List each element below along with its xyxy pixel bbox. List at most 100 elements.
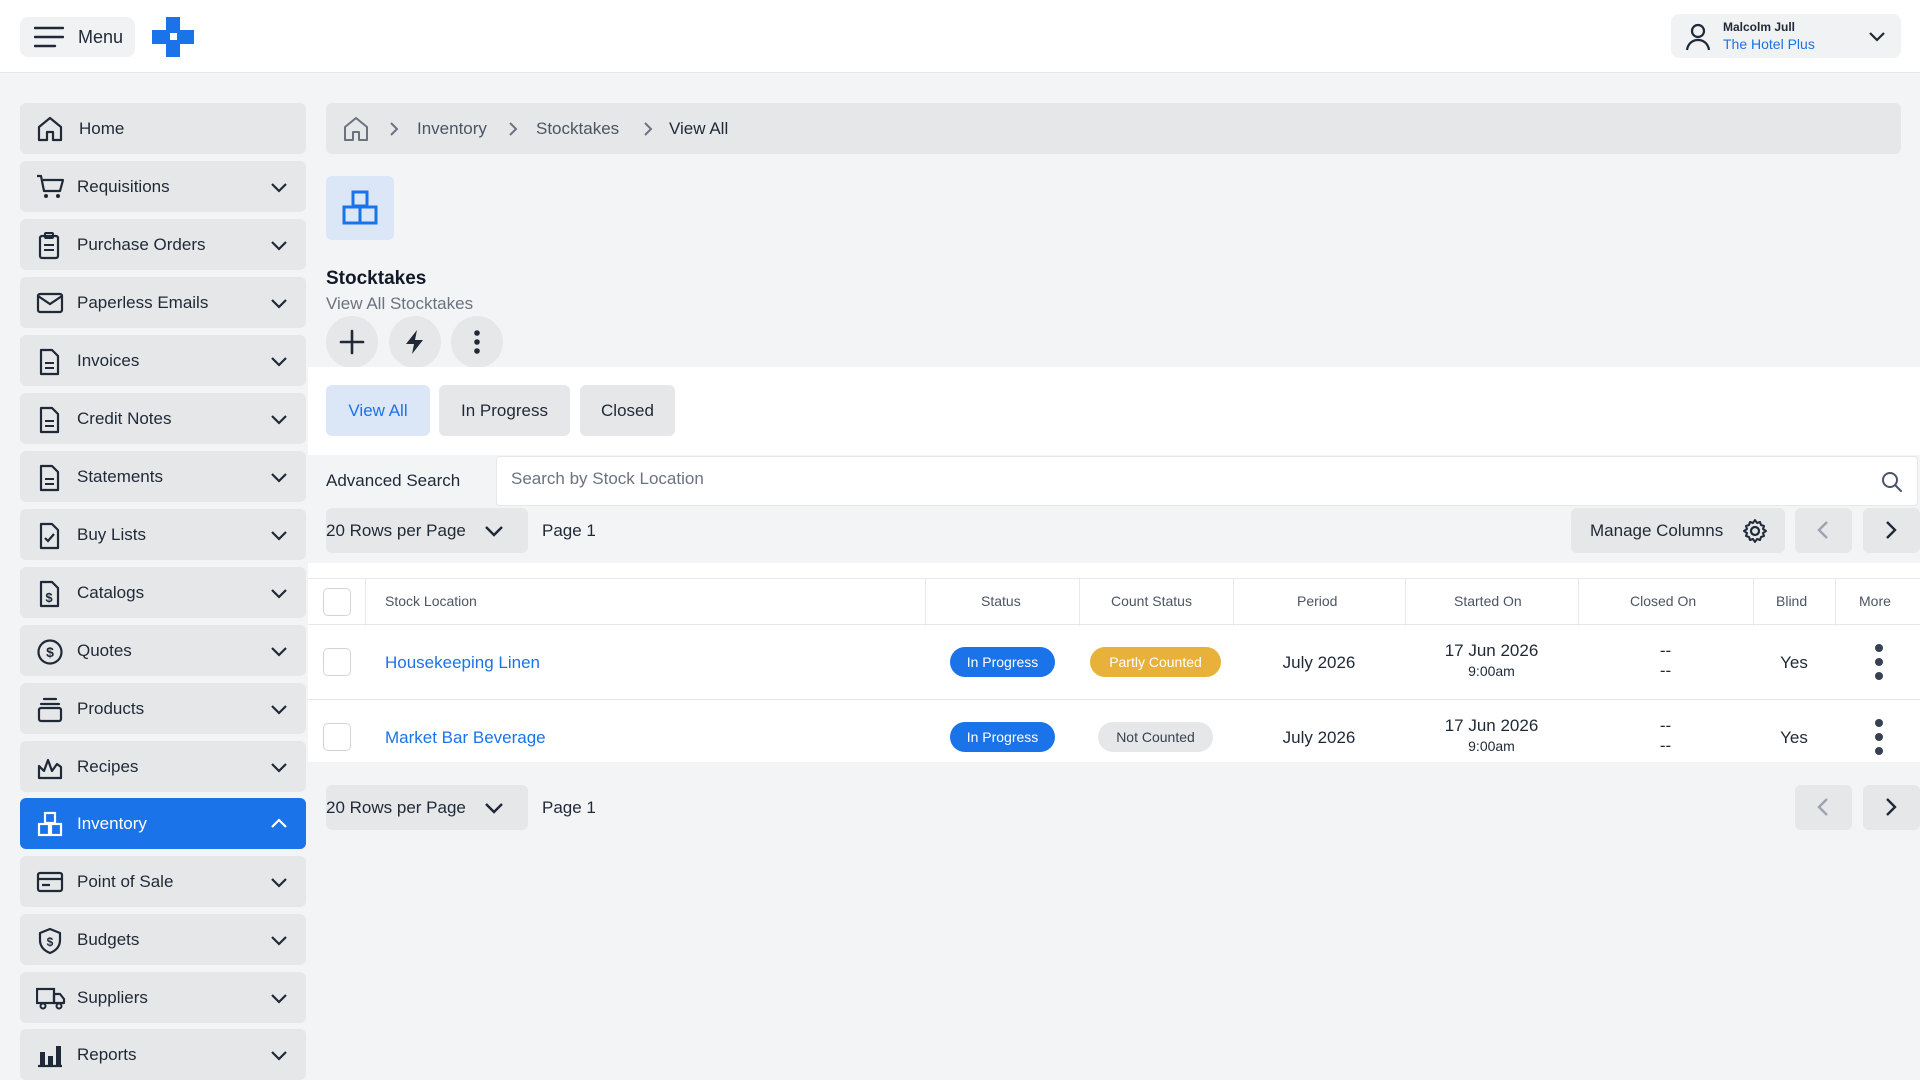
blind-cell: Yes: [1780, 728, 1808, 747]
column-divider: [365, 579, 366, 626]
table-header: Stock Location Status Count Status Perio…: [308, 578, 1920, 626]
sidebar-item-paperless-emails[interactable]: Paperless Emails: [20, 277, 306, 328]
column-header-period[interactable]: Period: [1297, 593, 1337, 609]
column-header-status[interactable]: Status: [981, 593, 1021, 609]
more-actions-button[interactable]: [451, 316, 503, 368]
row-checkbox[interactable]: [323, 648, 351, 676]
sidebar-item-statements[interactable]: Statements: [20, 451, 306, 502]
sidebar-item-budgets[interactable]: $ Budgets: [20, 914, 306, 965]
count-status-badge: Not Counted: [1098, 722, 1213, 752]
rows-per-page-select[interactable]: 20 Rows per Page: [326, 508, 528, 553]
closed-time: --: [1659, 736, 1672, 755]
chevron-down-icon: [271, 415, 287, 425]
sidebar-item-home[interactable]: Home: [20, 103, 306, 154]
chevron-down-icon: [271, 473, 287, 483]
menu-button[interactable]: Menu: [20, 17, 135, 57]
sidebar-item-suppliers[interactable]: Suppliers: [20, 972, 306, 1023]
chevron-left-icon: [1817, 798, 1828, 816]
chevron-down-icon: [271, 705, 287, 715]
sidebar-item-point-of-sale[interactable]: Point of Sale: [20, 856, 306, 907]
sidebar-item-invoices[interactable]: Invoices: [20, 335, 306, 386]
sidebar-item-credit-notes[interactable]: Credit Notes: [20, 393, 306, 444]
previous-page-button-bottom[interactable]: [1795, 785, 1852, 830]
sidebar-item-quotes[interactable]: $ Quotes: [20, 625, 306, 676]
select-all-checkbox[interactable]: [323, 588, 351, 616]
kebab-menu-icon[interactable]: [1874, 643, 1884, 681]
column-header-blind[interactable]: Blind: [1776, 593, 1807, 609]
column-divider: [1079, 579, 1080, 626]
brand-logo[interactable]: [152, 17, 194, 57]
page-subtitle: View All Stocktakes: [326, 294, 474, 313]
quick-actions-button[interactable]: [389, 316, 441, 368]
started-time: 9:00am: [1468, 738, 1515, 754]
sidebar-item-catalogs[interactable]: $ Catalogs: [20, 567, 306, 618]
advanced-search-link[interactable]: Advanced Search: [326, 471, 460, 491]
status-badge: In Progress: [950, 722, 1055, 752]
chevron-right-icon: [390, 122, 399, 136]
period-cell: July 2026: [1282, 653, 1356, 672]
page-icon: [326, 176, 394, 240]
page-indicator-bottom: Page 1: [542, 798, 596, 817]
tab-view-all[interactable]: View All: [326, 385, 430, 436]
tab-closed[interactable]: Closed: [580, 385, 675, 436]
sidebar-item-buy-lists[interactable]: Buy Lists: [20, 509, 306, 560]
manage-columns-button[interactable]: Manage Columns: [1571, 508, 1785, 553]
rows-per-page-value: 20 Rows per Page: [326, 798, 466, 817]
chevron-down-icon: [271, 1051, 287, 1061]
tab-in-progress[interactable]: In Progress: [439, 385, 570, 436]
sidebar-item-inventory[interactable]: Inventory: [20, 798, 306, 849]
sidebar-item-purchase-orders[interactable]: Purchase Orders: [20, 219, 306, 270]
sidebar-item-recipes[interactable]: Recipes: [20, 741, 306, 792]
blind-cell: Yes: [1780, 653, 1808, 672]
page-indicator: Page 1: [542, 521, 596, 540]
column-divider: [1578, 579, 1579, 626]
add-button[interactable]: [326, 316, 378, 368]
column-header-started-on[interactable]: Started On: [1454, 593, 1522, 609]
stock-location-link[interactable]: Market Bar Beverage: [385, 728, 546, 748]
document-icon: [39, 464, 60, 492]
sidebar-item-reports[interactable]: Reports: [20, 1029, 306, 1080]
next-page-button-bottom[interactable]: [1863, 785, 1920, 830]
chef-icon: [37, 758, 63, 780]
sidebar-item-requisitions[interactable]: Requisitions: [20, 161, 306, 212]
dollar-document-icon: $: [39, 580, 60, 608]
sidebar-item-products[interactable]: Products: [20, 683, 306, 734]
sidebar-item-label: Recipes: [77, 757, 139, 776]
kebab-menu-icon[interactable]: [1874, 718, 1884, 756]
cart-icon: [37, 174, 65, 198]
column-header-stock-location[interactable]: Stock Location: [385, 593, 477, 609]
search-icon[interactable]: [1881, 471, 1903, 493]
svg-text:$: $: [46, 644, 54, 660]
home-icon: [37, 116, 63, 142]
column-header-closed-on[interactable]: Closed On: [1630, 593, 1696, 609]
sidebar-item-label: Buy Lists: [77, 525, 146, 544]
row-checkbox[interactable]: [323, 723, 351, 751]
chevron-down-icon: [271, 589, 287, 599]
column-divider: [1753, 579, 1754, 626]
dollar-circle-icon: $: [37, 639, 63, 665]
sidebar-item-label: Budgets: [77, 930, 140, 949]
document-icon: [39, 348, 60, 376]
status-badge: In Progress: [950, 647, 1055, 677]
next-page-button[interactable]: [1863, 508, 1920, 553]
chevron-right-icon: [1886, 798, 1897, 816]
sidebar-item-label: Purchase Orders: [77, 235, 206, 254]
column-header-count-status[interactable]: Count Status: [1111, 593, 1192, 609]
breadcrumb: Inventory Stocktakes View All: [326, 103, 1901, 154]
search-input[interactable]: [511, 469, 1851, 489]
checklist-icon: [39, 522, 60, 550]
started-date: 17 Jun 2026: [1444, 716, 1539, 735]
stock-location-link[interactable]: Housekeeping Linen: [385, 653, 540, 673]
previous-page-button[interactable]: [1795, 508, 1852, 553]
table-row[interactable]: Market Bar Beverage In Progress Not Coun…: [308, 701, 1920, 762]
breadcrumb-stocktakes[interactable]: Stocktakes: [536, 119, 619, 139]
table-row[interactable]: Housekeeping Linen In Progress Partly Co…: [308, 625, 1920, 700]
user-menu[interactable]: Malcolm Jull The Hotel Plus: [1671, 14, 1901, 58]
top-bar: Menu Malcolm Jull The Hotel Plus: [0, 0, 1920, 73]
rows-per-page-select-bottom[interactable]: 20 Rows per Page: [326, 785, 528, 830]
breadcrumb-inventory[interactable]: Inventory: [417, 119, 487, 139]
closed-date: --: [1659, 641, 1672, 660]
home-icon[interactable]: [342, 116, 370, 142]
chevron-left-icon: [1817, 521, 1828, 539]
clipboard-icon: [38, 232, 60, 260]
